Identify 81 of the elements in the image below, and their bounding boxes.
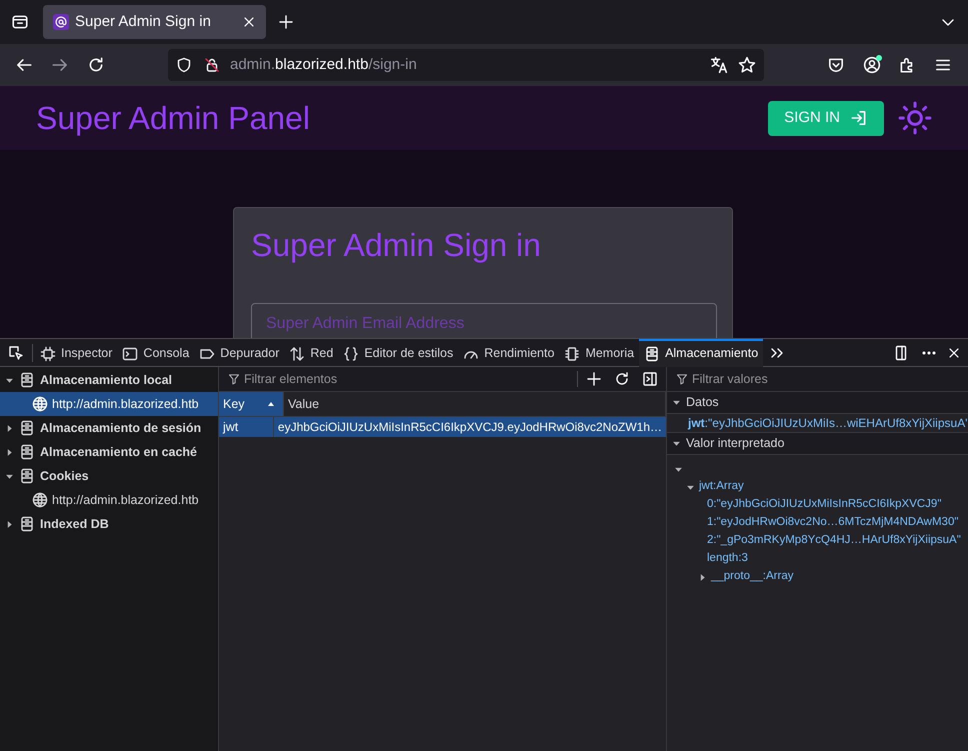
close-icon[interactable]: [242, 15, 256, 29]
chip-icon: [564, 346, 580, 362]
collapsed-arrow-icon[interactable]: [5, 424, 14, 432]
tab-title: Super Admin Sign in: [75, 12, 212, 32]
filter-items-field[interactable]: Filtrar elementos: [244, 370, 577, 388]
globe-icon: [32, 492, 48, 508]
refresh-icon[interactable]: [614, 371, 630, 387]
column-header[interactable]: Key: [219, 392, 284, 416]
filter-items-field[interactable]: Filtrar elementos: [219, 367, 577, 391]
globe-icon: [32, 396, 48, 412]
filter-icon: [676, 373, 688, 385]
console-icon: [122, 346, 138, 362]
tree-label: length:3: [707, 551, 748, 566]
storage-icon: [19, 420, 35, 436]
storage-group[interactable]: Almacenamiento en caché: [0, 440, 218, 464]
storage-icon: [19, 372, 35, 388]
storage-group[interactable]: Almacenamiento local: [0, 368, 218, 392]
column-header[interactable]: Value: [284, 392, 666, 416]
section-header[interactable]: Valor interpretado: [667, 433, 968, 455]
back-icon[interactable]: [15, 56, 33, 74]
storage-host-item[interactable]: http://admin.blazorized.htb: [0, 488, 218, 512]
storage-group[interactable]: Cookies: [0, 464, 218, 488]
card-title: Super Admin Sign in: [251, 226, 542, 264]
account-icon[interactable]: [863, 56, 881, 74]
star-icon[interactable]: [738, 56, 756, 74]
insecure-lock-icon[interactable]: [204, 57, 220, 73]
tree-label[interactable]: jwt:Array: [699, 478, 744, 496]
url-text: admin.blazorized.htb/sign-in: [230, 54, 418, 75]
tree-label: 0:"eyJhbGciOiJIUzUxMiIsInR5cCI6IkpXVCJ9": [707, 497, 942, 512]
storage-icon: [644, 346, 660, 362]
section-header[interactable]: Datos: [667, 392, 968, 414]
collapsed-arrow-icon[interactable]: [698, 572, 707, 582]
devtools-tab[interactable]: Editor de estilos: [338, 338, 458, 366]
braces-icon: [343, 346, 360, 362]
storage-host-item[interactable]: http://admin.blazorized.htb: [0, 392, 218, 416]
element-picker-icon[interactable]: [8, 344, 24, 360]
address-bar[interactable]: admin.blazorized.htb/sign-in: [168, 49, 764, 81]
storage-group[interactable]: Almacenamiento de sesión: [0, 416, 218, 440]
devtools-tab[interactable]: Almacenamiento: [639, 338, 764, 366]
theme-toggle-sun-icon[interactable]: [898, 101, 932, 135]
add-icon[interactable]: [586, 371, 602, 387]
new-tab-icon[interactable]: [278, 14, 294, 30]
collapsed-arrow-icon[interactable]: [5, 520, 14, 528]
devtools-tab[interactable]: Memoria: [559, 338, 640, 366]
storage-icon: [19, 468, 35, 484]
browser-tab[interactable]: Super Admin Sign in: [43, 5, 266, 39]
devtools-tab[interactable]: Red: [284, 338, 338, 366]
table-row[interactable]: jwt eyJhbGciOiJIUzUxMiIsInR5cCI6IkpXVCJ9.eyJodHRwOi8vc2NoZW1h…: [219, 417, 666, 437]
email-field[interactable]: Super Admin Email Address: [251, 303, 717, 338]
sign-in-icon: [850, 109, 868, 127]
filter-values-field[interactable]: Filtrar valores: [667, 367, 968, 392]
sort-ascending-icon: [267, 400, 275, 408]
tree-label: 1:"eyJodHRwOi8vc2No…6MTczMjM4NDAwM30": [707, 515, 958, 530]
data-value: jwt:"eyJhbGciOiJIUzUxMiIs…wiEHArUf8xYijXiipsuA": [688, 416, 968, 430]
toggle-sidebar-icon[interactable]: [642, 371, 658, 387]
expanded-arrow-icon[interactable]: [672, 439, 681, 448]
filter-icon: [228, 373, 240, 385]
site-title: Super Admin Panel: [36, 99, 311, 138]
arrows-icon: [289, 346, 306, 362]
collapsed-arrow-icon[interactable]: [5, 448, 14, 456]
storage-icon: [19, 444, 35, 460]
forward-icon[interactable]: [51, 56, 69, 74]
devtools-tab[interactable]: Rendimiento: [458, 338, 560, 366]
storage-group[interactable]: Indexed DB: [0, 512, 218, 536]
pocket-icon[interactable]: [827, 56, 845, 74]
tree-label: 2:"_gPo3mRKyMp8YcQ4HJ…HArUf8xYijXiipsuA": [707, 533, 961, 548]
filter-values-field[interactable]: Filtrar valores: [692, 370, 968, 388]
tab-list-icon[interactable]: [11, 13, 29, 31]
shield-icon[interactable]: [176, 57, 192, 73]
devtools-tab[interactable]: Consola: [117, 338, 194, 366]
storage-icon: [19, 516, 35, 532]
site-logo-icon: [53, 14, 69, 30]
close-icon[interactable]: [947, 346, 961, 360]
inspector-icon: [40, 346, 56, 362]
devtools-tab[interactable]: Depurador: [194, 338, 284, 366]
reload-icon[interactable]: [87, 56, 105, 74]
tree-label[interactable]: __proto__:Array: [711, 568, 794, 586]
expanded-arrow-icon[interactable]: [672, 398, 681, 407]
devtools-tab[interactable]: Inspector: [35, 338, 118, 366]
dock-icon[interactable]: [893, 344, 909, 360]
translate-icon[interactable]: [710, 56, 728, 74]
